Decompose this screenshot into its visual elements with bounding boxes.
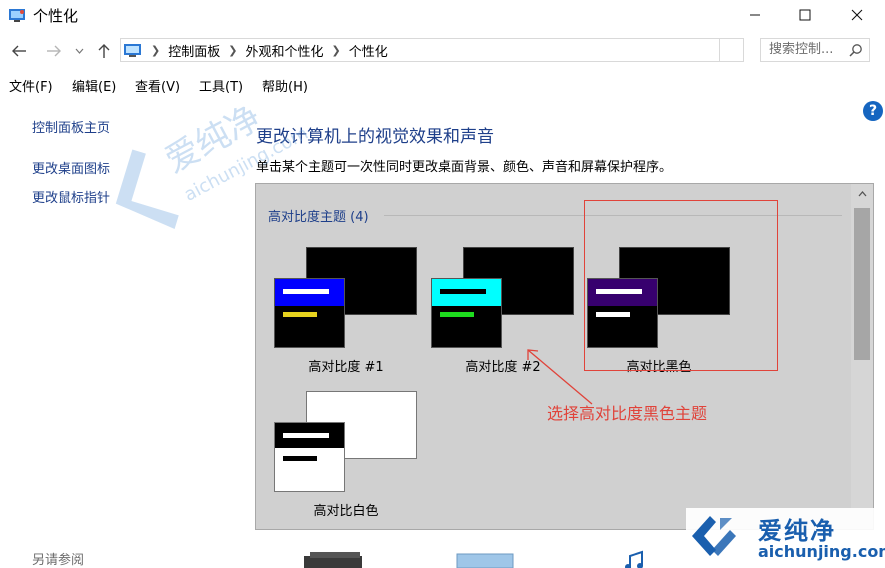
- annotation-text: 选择高对比度黑色主题: [547, 404, 708, 423]
- chevron-down-icon: [75, 48, 83, 54]
- scroll-up-button[interactable]: [851, 184, 873, 204]
- chevron-up-icon: [858, 191, 866, 197]
- up-button[interactable]: [93, 40, 115, 62]
- theme-high-contrast-white[interactable]: 高对比白色: [271, 391, 421, 529]
- address-bar[interactable]: ❯ 控制面板 ❯ 外观和个性化 ❯ 个性化: [120, 38, 720, 62]
- link-control-panel-home[interactable]: 控制面板主页: [32, 117, 110, 136]
- theme-link-preview: [440, 312, 474, 317]
- cut-off-theme-label: ▀▀: [641, 183, 658, 190]
- breadcrumb-control-panel[interactable]: 控制面板: [168, 41, 220, 60]
- themes-scrollbar[interactable]: [851, 184, 873, 529]
- chevron-right-icon: ❯: [331, 43, 341, 57]
- menu-edit[interactable]: 编辑(E): [72, 76, 116, 95]
- theme-window-preview: [274, 422, 345, 492]
- minimize-icon: [750, 14, 760, 16]
- address-dropdown-button[interactable]: [720, 38, 744, 62]
- menu-bar: 文件(F) 编辑(E) 查看(V) 工具(T) 帮助(H): [0, 74, 885, 96]
- navigation-bar: ❯ 控制面板 ❯ 外观和个性化 ❯ 个性化 搜索控制...: [0, 34, 885, 68]
- theme-text-preview: [283, 289, 329, 294]
- theme-text-preview: [283, 433, 329, 438]
- close-icon: [851, 9, 863, 21]
- page-description: 单击某个主题可一次性同时更改桌面背景、颜色、声音和屏幕保护程序。: [256, 160, 673, 175]
- window-title: 个性化: [33, 7, 79, 25]
- brand-watermark: 爱纯净 aichunjing.com: [686, 508, 885, 568]
- chevron-right-icon: ❯: [151, 43, 161, 57]
- help-icon[interactable]: ?: [863, 101, 883, 121]
- theme-window-preview: [274, 278, 345, 348]
- menu-help[interactable]: 帮助(H): [262, 76, 308, 95]
- title-bar: 个性化: [0, 0, 885, 32]
- menu-tools[interactable]: 工具(T): [199, 76, 243, 95]
- selection-highlight-box: [584, 200, 778, 371]
- maximize-icon: [799, 9, 811, 21]
- theme-text-preview: [440, 289, 486, 294]
- cut-off-theme-label: ▀▀▀▀▀: [326, 183, 369, 190]
- see-also-heading: 另请参阅: [32, 553, 85, 568]
- brand-name: 爱纯净: [758, 517, 836, 545]
- breadcrumb-appearance[interactable]: 外观和个性化: [245, 41, 323, 60]
- link-change-desktop-icons[interactable]: 更改桌面图标: [32, 158, 110, 177]
- arrow-up-icon: [98, 44, 110, 58]
- search-placeholder: 搜索控制...: [769, 42, 834, 57]
- scroll-thumb[interactable]: [854, 208, 870, 360]
- theme-link-preview: [283, 312, 317, 317]
- high-contrast-group-header[interactable]: 高对比度主题 (4): [268, 206, 369, 225]
- theme-label: 高对比度 #1: [308, 360, 384, 375]
- theme-link-preview: [283, 456, 317, 461]
- arrow-right-icon: [47, 45, 61, 57]
- close-button[interactable]: [834, 0, 880, 30]
- recent-locations-button[interactable]: [72, 40, 86, 62]
- personalization-app-icon: [9, 9, 25, 22]
- arrow-left-icon: [12, 45, 26, 57]
- link-change-mouse-pointers[interactable]: 更改鼠标指针: [32, 187, 110, 206]
- minimize-button[interactable]: [732, 0, 778, 30]
- search-input[interactable]: 搜索控制...: [760, 38, 870, 62]
- forward-button[interactable]: [43, 40, 65, 62]
- menu-view[interactable]: 查看(V): [135, 76, 180, 95]
- search-icon: [849, 44, 862, 57]
- breadcrumb-personalization[interactable]: 个性化: [349, 41, 388, 60]
- menu-file[interactable]: 文件(F): [9, 76, 53, 95]
- back-button[interactable]: [8, 40, 30, 62]
- display-icon: [304, 552, 362, 568]
- svg-text:爱纯净: 爱纯净: [159, 98, 268, 181]
- sound-icon: [625, 550, 643, 568]
- maximize-button[interactable]: [782, 0, 828, 30]
- chevron-right-icon: ❯: [228, 43, 238, 57]
- theme-high-contrast-1[interactable]: 高对比度 #1: [271, 247, 421, 387]
- page-title: 更改计算机上的视觉效果和声音: [256, 127, 494, 147]
- brand-url: aichunjing.com: [758, 542, 885, 561]
- theme-label: 高对比白色: [313, 504, 379, 519]
- taskbar-navigation-icon: [456, 553, 514, 568]
- control-panel-icon: [124, 44, 141, 57]
- theme-window-preview: [431, 278, 502, 348]
- brand-logo-icon: [692, 516, 736, 556]
- cut-off-theme-label: ▀▀▀▀▀▀: [466, 183, 517, 190]
